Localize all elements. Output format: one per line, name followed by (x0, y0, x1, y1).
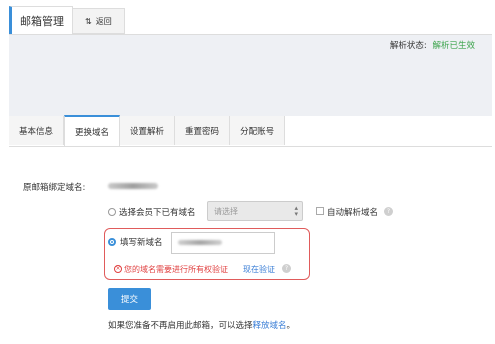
tab-change-domain[interactable]: 更换域名 (64, 115, 121, 146)
tab-label: 重置密码 (185, 126, 220, 137)
release-note-end: 。 (286, 321, 296, 331)
tab-mail-management-label: 邮箱管理 (20, 14, 64, 28)
release-domain-link[interactable]: 释放域名 (253, 321, 287, 331)
original-domain-value-redacted (108, 183, 158, 189)
new-domain-radio[interactable] (108, 238, 116, 246)
tab-reset-password[interactable]: 重置密码 (175, 116, 231, 145)
swap-arrows-icon: ⇅ (85, 16, 92, 26)
verification-error-text: 您的域名需要进行所有权验证 (124, 265, 228, 274)
domain-select-value: 请选择 (214, 206, 238, 216)
existing-domain-label: 选择会员下已有域名 (119, 208, 196, 218)
select-arrows-icon: ▴ ▾ (294, 204, 298, 218)
status-value: 解析已生效 (432, 41, 475, 51)
tab-label: 更换域名 (75, 127, 110, 138)
release-domain-note: 如果您准备不再启用此邮箱，可以选择释放域名。 (108, 319, 295, 331)
tab-set-resolve[interactable]: 设置解析 (120, 116, 176, 145)
resolve-status: 解析状态: 解析已生效 (390, 39, 475, 51)
release-note-text: 如果您准备不再启用此邮箱，可以选择 (108, 321, 253, 331)
existing-domain-radio[interactable] (108, 208, 116, 216)
help-icon[interactable]: ? (282, 264, 291, 273)
submit-button[interactable]: 提交 (108, 288, 151, 310)
error-icon: × (114, 265, 122, 273)
tab-label: 基本信息 (19, 126, 54, 137)
settings-tabs: 基本信息 更换域名 设置解析 重置密码 分配账号 (9, 115, 492, 147)
auto-resolve-label: 自动解析域名 (327, 208, 379, 218)
back-button[interactable]: ⇅ 返回 (73, 8, 125, 34)
tab-label: 分配账号 (240, 126, 275, 137)
help-icon[interactable]: ? (384, 207, 393, 216)
new-domain-input[interactable] (171, 232, 275, 254)
tab-assign-account[interactable]: 分配账号 (230, 116, 286, 145)
back-label: 返回 (95, 16, 112, 26)
tab-label: 设置解析 (130, 126, 165, 137)
tab-basic-info[interactable]: 基本信息 (9, 116, 65, 145)
status-label: 解析状态: (389, 41, 427, 51)
top-tab-strip: 邮箱管理 ⇅ 返回 (9, 6, 125, 34)
original-domain-label: 原邮箱绑定域名: (23, 183, 86, 193)
tab-mail-management[interactable]: 邮箱管理 (9, 6, 73, 34)
auto-resolve-checkbox[interactable] (316, 207, 324, 215)
new-domain-label: 填写新域名 (120, 238, 163, 248)
domain-select[interactable]: 请选择 ▴ ▾ (207, 201, 303, 221)
verify-now-link[interactable]: 现在验证 (243, 264, 275, 275)
new-domain-value-redacted (178, 240, 222, 245)
